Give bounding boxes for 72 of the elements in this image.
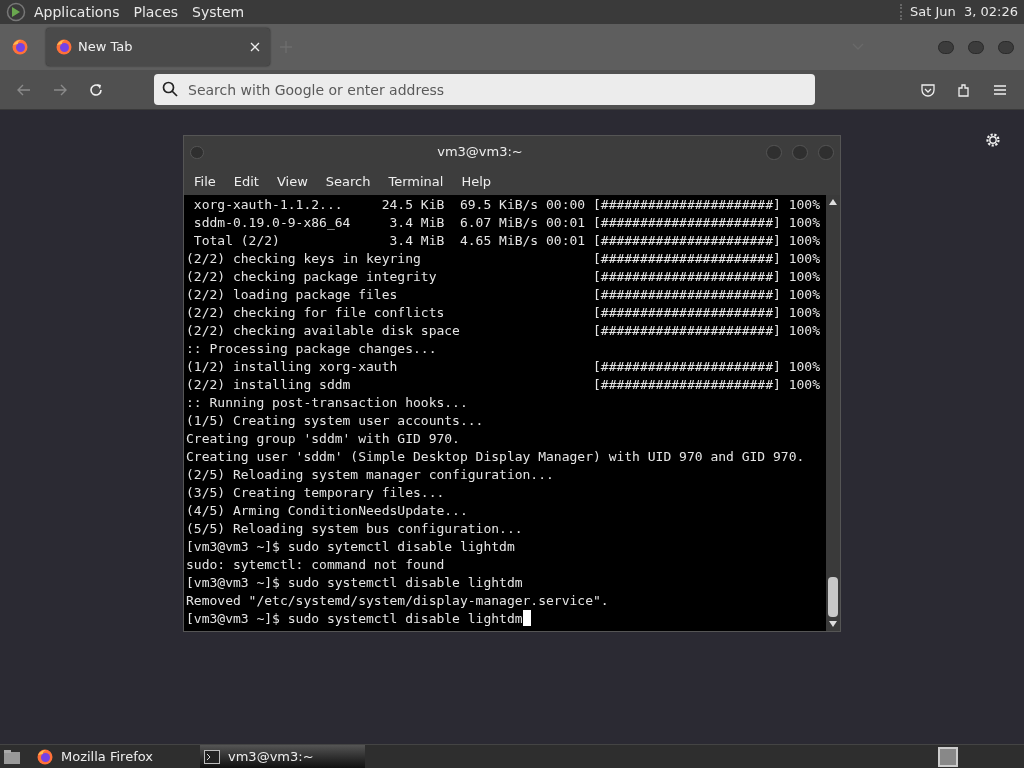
scrollbar[interactable] xyxy=(826,195,840,631)
progress-bar-text: [######################] 100% xyxy=(593,268,820,286)
menu-logo-icon[interactable] xyxy=(6,2,26,22)
terminal-line: (2/2) checking for file conflicts xyxy=(186,304,446,322)
terminal-line: Removed "/etc/systemd/system/display-manager.service". xyxy=(186,592,609,610)
terminal-line: sudo: sytemctl: command not found xyxy=(186,556,445,574)
terminal-line: (2/5) Reloading system manager configuration... xyxy=(186,466,554,484)
address-field[interactable]: Search with Google or enter address xyxy=(154,74,815,105)
progress-bar-text: [######################] 100% xyxy=(593,250,820,268)
scroll-down-icon[interactable] xyxy=(829,621,837,627)
tab-title: New Tab xyxy=(78,38,134,57)
pocket-icon[interactable] xyxy=(920,81,936,98)
terminal-line: [vm3@vm3 ~]$ sudo systemctl disable lightdm xyxy=(186,574,523,592)
progress-bar-text: [######################] 100% xyxy=(593,214,820,232)
terminal-line: :: Running post-transaction hooks... xyxy=(186,394,468,412)
taskbar-button[interactable]: Mozilla Firefox xyxy=(33,745,198,768)
scroll-thumb[interactable] xyxy=(828,577,838,617)
search-icon xyxy=(162,81,178,97)
terminal-line: xorg-xauth-1.1.2... 24.5 KiB 69.5 KiB/s 00:00 xyxy=(192,196,587,214)
menu-item[interactable]: Help xyxy=(461,171,492,192)
terminal-line: :: Processing package changes... xyxy=(186,340,437,358)
minimize-button[interactable] xyxy=(938,40,954,54)
menu-item[interactable]: Search xyxy=(325,171,371,192)
window-title: vm3@vm3:~ xyxy=(436,143,524,162)
panel-menu[interactable]: Places xyxy=(133,1,179,23)
reload-icon[interactable] xyxy=(88,81,104,98)
terminal-line: (2/2) checking available disk space xyxy=(186,322,461,340)
progress-bar-text: [######################] 100% xyxy=(593,232,820,250)
menu-item[interactable]: File xyxy=(194,171,216,192)
panel-menu[interactable]: System xyxy=(192,1,245,23)
firefox-icon xyxy=(12,39,28,55)
progress-bar-text: [######################] 100% xyxy=(593,286,820,304)
extensions-icon[interactable] xyxy=(956,81,972,98)
progress-bar-text: [######################] 100% xyxy=(593,196,820,214)
firefox-icon xyxy=(37,748,53,765)
terminal-line: Total (2/2) 3.4 MiB 4.65 MiB/s 00:01 xyxy=(192,232,587,250)
close-icon[interactable] xyxy=(250,42,260,52)
terminal-line: [vm3@vm3 ~]$ sudo sytemctl disable lightdm xyxy=(186,538,515,556)
terminal-icon xyxy=(204,749,220,764)
progress-bar-text: [######################] 100% xyxy=(593,376,820,394)
terminal-line: (1/5) Creating system user accounts... xyxy=(186,412,484,430)
clock[interactable]: Sat Jun 3, 02:26 xyxy=(909,2,1018,22)
close-button[interactable] xyxy=(998,40,1014,54)
maximize-button[interactable] xyxy=(968,40,984,54)
scroll-up-icon[interactable] xyxy=(829,199,837,205)
terminal-line: (2/2) installing sddm xyxy=(186,376,352,394)
terminal-line: Creating user 'sddm' (Simple Desktop Display Manager) with UID 970 and GID 970. xyxy=(186,448,805,466)
terminal-line: (2/2) checking package integrity xyxy=(186,268,438,286)
progress-bar-text: [######################] 100% xyxy=(593,358,820,376)
panel-menu[interactable]: Applications xyxy=(34,1,120,23)
menu-item[interactable]: View xyxy=(276,171,308,192)
progress-bar-text: [######################] 100% xyxy=(593,322,820,340)
firefox-view-button[interactable] xyxy=(10,37,30,57)
terminal-line: (2/2) checking keys in keyring xyxy=(186,250,422,268)
workspace-switcher[interactable] xyxy=(938,746,958,767)
progress-bar-text: [######################] 100% xyxy=(593,304,820,322)
terminal-line: (2/2) loading package files xyxy=(186,286,399,304)
firefox-icon xyxy=(56,39,72,55)
terminal-line: (5/5) Reloading system bus configuration... xyxy=(186,520,523,538)
browser-tab[interactable]: New Tab xyxy=(46,28,270,66)
terminal-line: (4/5) Arming ConditionNeedsUpdate... xyxy=(186,502,468,520)
terminal-line: (1/2) installing xorg-xauth xyxy=(186,358,399,376)
window-menu-button[interactable] xyxy=(190,145,204,159)
menu-item[interactable]: Terminal xyxy=(388,171,444,192)
settings-icon[interactable] xyxy=(985,132,1001,148)
terminal-line: Creating group 'sddm' with GID 970. xyxy=(186,430,460,448)
terminal-line: sddm-0.19.0-9-x86_64 3.4 MiB 6.07 MiB/s 00:01 xyxy=(192,214,587,232)
terminal-line: [vm3@vm3 ~]$ sudo systemctl disable lightdm xyxy=(186,610,523,628)
terminal-line: (3/5) Creating temporary files... xyxy=(186,484,445,502)
show-desktop-icon[interactable] xyxy=(3,748,21,765)
menu-item[interactable]: Edit xyxy=(233,171,259,192)
taskbar-button[interactable]: vm3@vm3:~ xyxy=(200,745,365,768)
